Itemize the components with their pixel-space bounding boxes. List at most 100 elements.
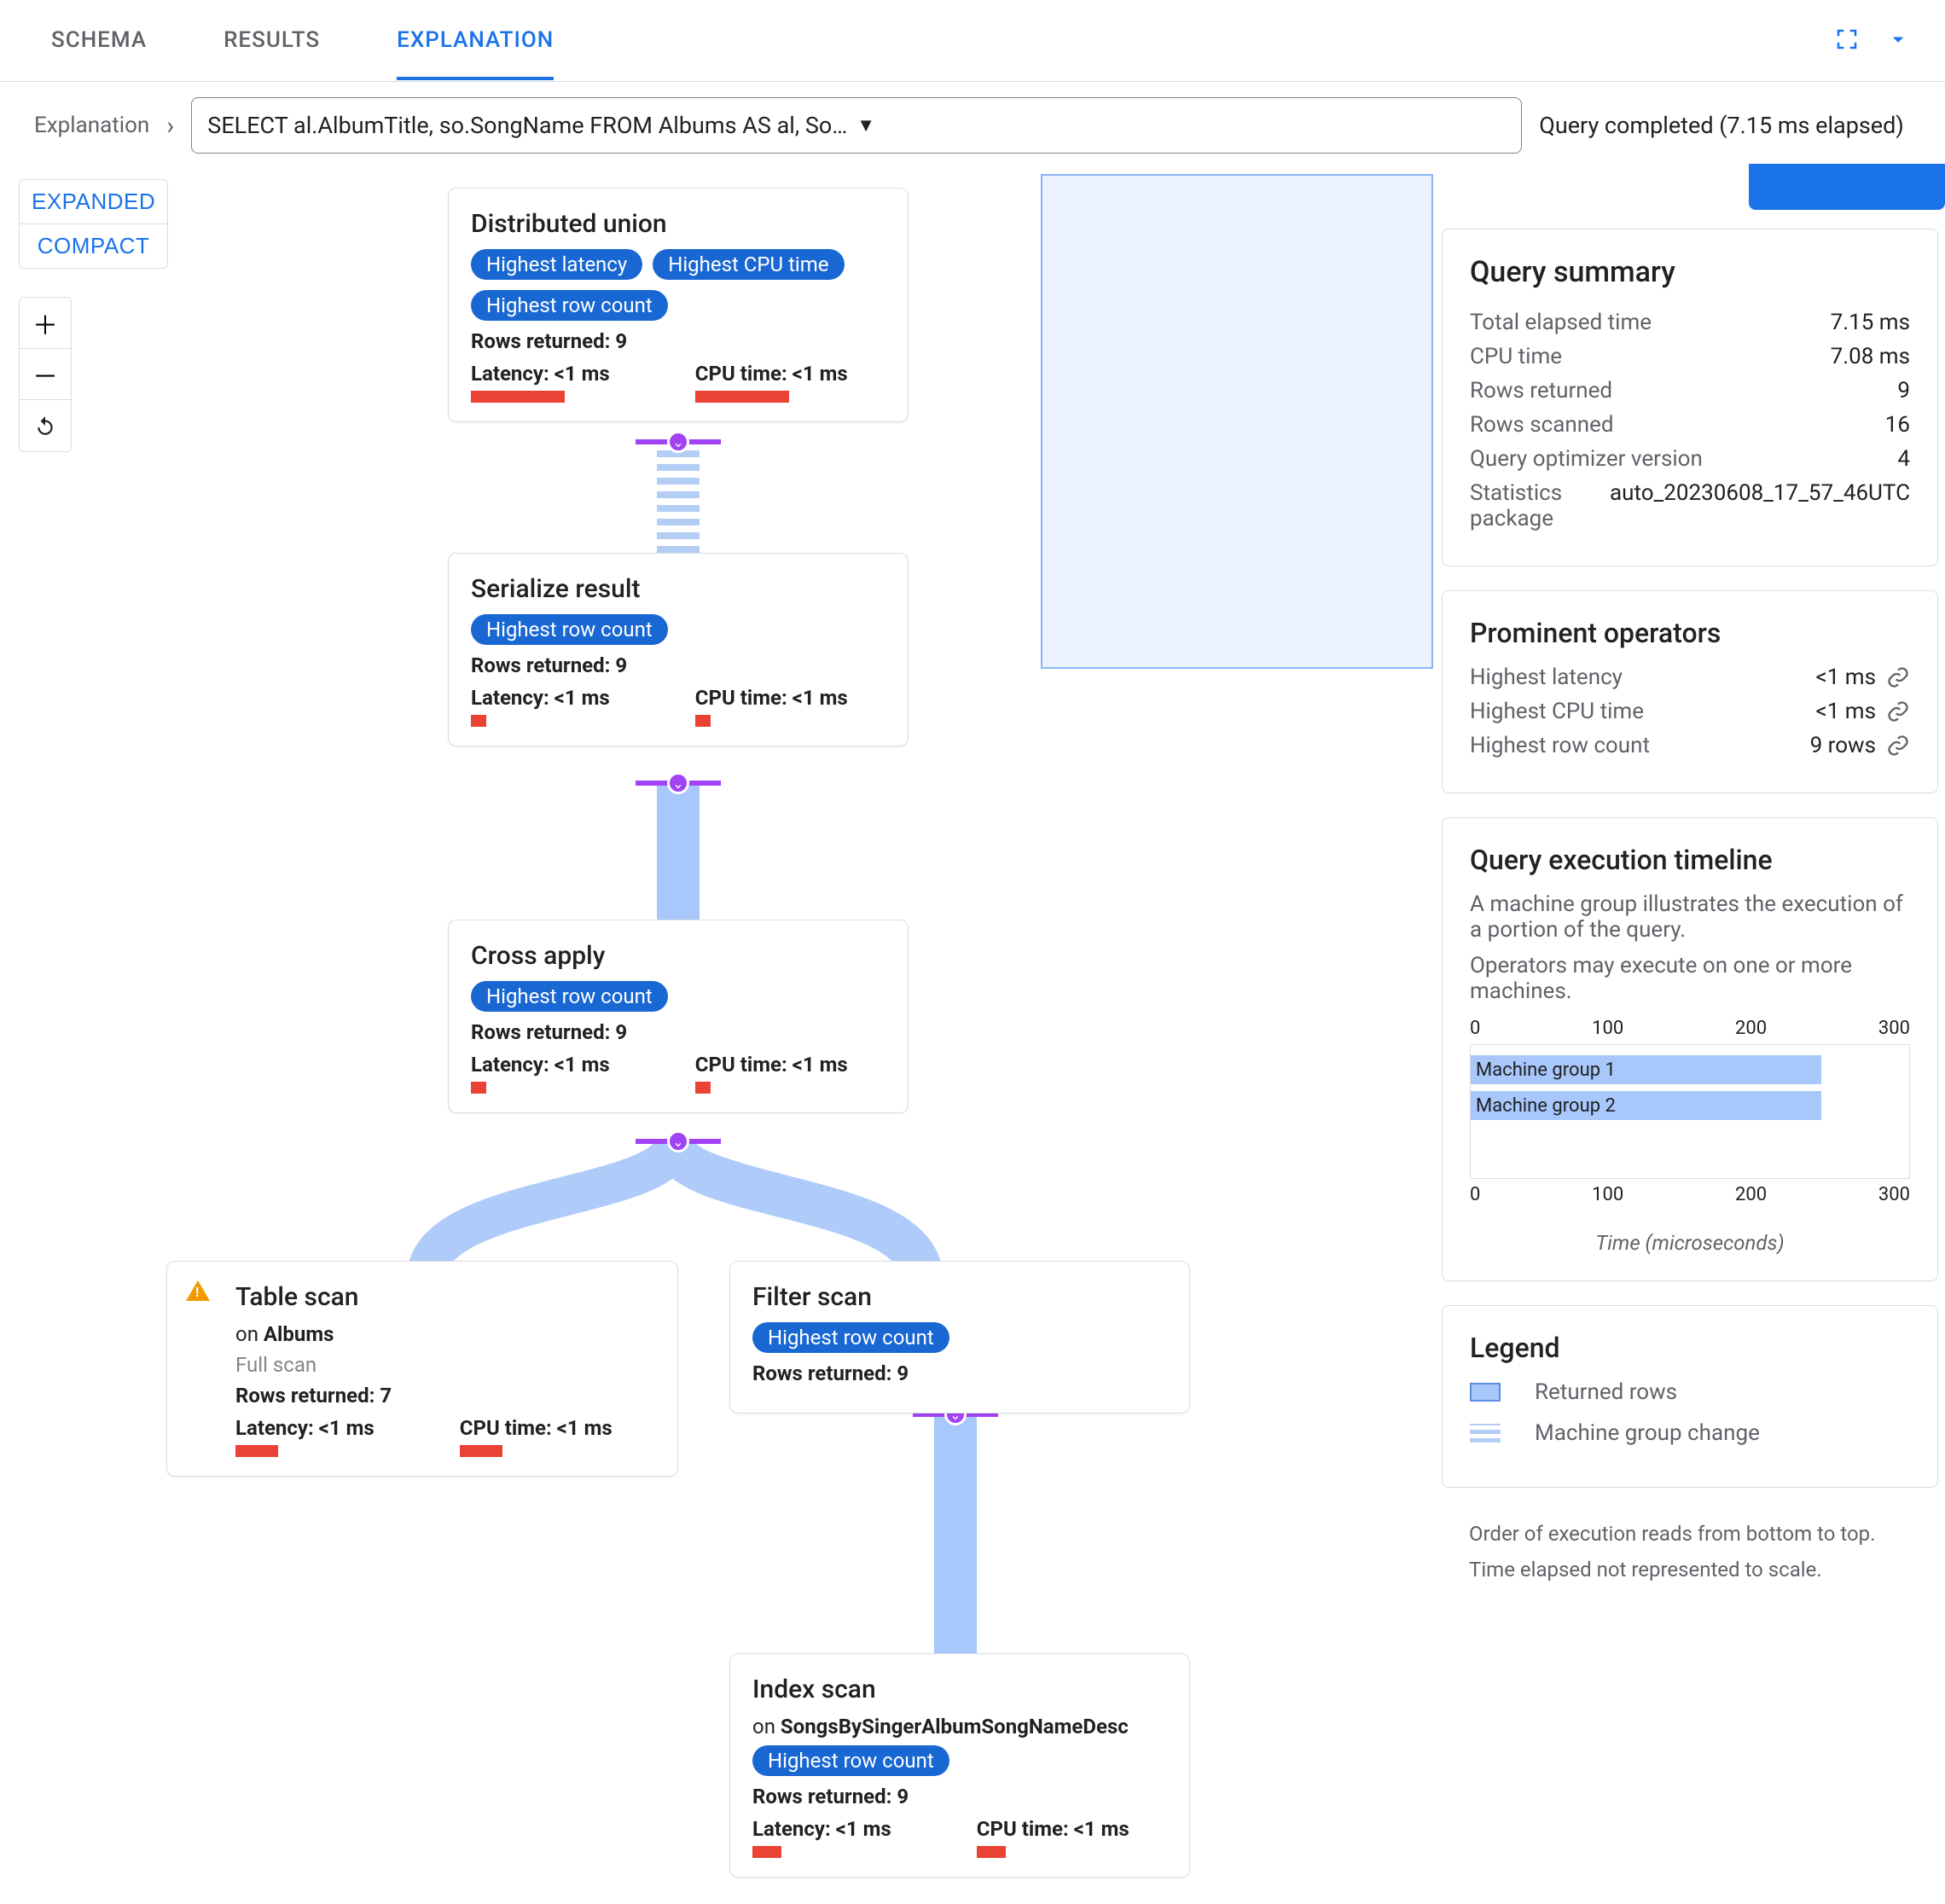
prominent-key: Highest row count <box>1470 733 1650 758</box>
summary-value: auto_20230608_17_57_46UTC <box>1610 480 1910 531</box>
legend-swatch-change <box>1470 1424 1501 1443</box>
badge-highest-rowcount: Highest row count <box>471 614 668 645</box>
cpu-bar <box>977 1846 1006 1858</box>
summary-key: Total elapsed time <box>1470 310 1652 335</box>
tab-schema[interactable]: SCHEMA <box>51 2 147 80</box>
summary-key: Query optimizer version <box>1470 446 1703 472</box>
minimap[interactable] <box>1041 174 1433 669</box>
panel-title: Legend <box>1470 1332 1910 1364</box>
footnote: Time elapsed not represented to scale. <box>1442 1556 1938 1585</box>
summary-value: 7.08 ms <box>1831 344 1910 369</box>
prominent-key: Highest CPU time <box>1470 699 1644 724</box>
prominent-key: Highest latency <box>1470 665 1623 690</box>
summary-row: Query optimizer version4 <box>1470 446 1910 472</box>
node-serialize-result[interactable]: Serialize result Highest row count Rows … <box>448 553 909 746</box>
node-filter-scan[interactable]: Filter scan Highest row count Rows retur… <box>729 1261 1190 1413</box>
primary-action-button[interactable] <box>1749 164 1945 210</box>
panel-title: Query execution timeline <box>1470 844 1910 876</box>
node-title: Distributed union <box>471 209 885 239</box>
node-connector-icon: ⌄ <box>667 431 689 453</box>
summary-key: Statistics package <box>1470 480 1610 531</box>
latency-bar <box>471 1082 486 1094</box>
node-connector-icon: ⌄ <box>667 772 689 794</box>
node-rows: Rows returned: 9 <box>471 329 885 353</box>
cpu-bar <box>695 715 711 727</box>
node-rows: Rows returned: 9 <box>752 1361 1167 1385</box>
link-icon[interactable] <box>1886 665 1910 689</box>
legend-label: Returned rows <box>1535 1379 1677 1405</box>
node-title: Table scan <box>235 1282 655 1312</box>
node-latency: Latency: <1 ms <box>471 1053 610 1077</box>
badge-highest-rowcount: Highest row count <box>752 1322 949 1353</box>
node-title: Index scan <box>752 1675 1167 1704</box>
summary-value: 9 <box>1897 378 1910 403</box>
panel-title: Prominent operators <box>1470 617 1910 649</box>
fullscreen-icon[interactable] <box>1834 26 1860 55</box>
summary-key: CPU time <box>1470 344 1562 369</box>
latency-bar <box>471 391 565 403</box>
node-rows: Rows returned: 7 <box>235 1384 655 1408</box>
tick: 300 <box>1878 1018 1910 1039</box>
link-icon[interactable] <box>1886 734 1910 758</box>
summary-key: Rows returned <box>1470 378 1612 403</box>
panel-desc: A machine group illustrates the executio… <box>1470 891 1910 943</box>
node-latency: Latency: <1 ms <box>235 1416 374 1440</box>
latency-bar <box>471 715 486 727</box>
expand-chevron-icon[interactable] <box>1885 26 1911 55</box>
node-latency: Latency: <1 ms <box>752 1817 891 1841</box>
tab-explanation[interactable]: EXPLANATION <box>397 2 554 80</box>
query-status: Query completed (7.15 ms elapsed) <box>1539 112 1903 139</box>
tick: 300 <box>1878 1184 1910 1205</box>
node-table-scan[interactable]: Table scan on Albums Full scan Rows retu… <box>166 1261 678 1477</box>
query-text: SELECT al.AlbumTitle, so.SongName FROM A… <box>207 112 856 139</box>
tick: 100 <box>1592 1018 1623 1039</box>
node-cpu: CPU time: <1 ms <box>460 1416 613 1440</box>
node-index-scan[interactable]: Index scan on SongsBySingerAlbumSongName… <box>729 1653 1190 1878</box>
node-latency: Latency: <1 ms <box>471 362 610 386</box>
node-fullscan: Full scan <box>235 1353 655 1377</box>
chevron-right-icon: › <box>166 111 174 141</box>
summary-row: Total elapsed time 7.15 ms <box>1470 310 1910 335</box>
badge-highest-cpu: Highest CPU time <box>653 249 844 280</box>
node-connector-icon: ⌄ <box>667 1130 689 1152</box>
node-rows: Rows returned: 9 <box>471 653 885 677</box>
cpu-bar <box>695 391 789 403</box>
badge-highest-rowcount: Highest row count <box>471 290 668 321</box>
node-rows: Rows returned: 9 <box>471 1020 885 1044</box>
summary-value: 7.15 ms <box>1831 310 1910 335</box>
link-icon[interactable] <box>1886 699 1910 723</box>
dropdown-caret-icon[interactable]: ▼ <box>856 114 1506 136</box>
latency-bar <box>235 1445 278 1457</box>
tick: 100 <box>1592 1184 1623 1205</box>
panel-legend: Legend Returned rows Machine group chang… <box>1442 1305 1938 1488</box>
cpu-bar <box>460 1445 502 1457</box>
legend-swatch-rows <box>1470 1383 1501 1402</box>
summary-row: Rows scanned16 <box>1470 412 1910 438</box>
breadcrumb-label: Explanation <box>34 113 149 138</box>
summary-key: Rows scanned <box>1470 412 1614 438</box>
tick: 200 <box>1735 1184 1767 1205</box>
prominent-value: <1 ms <box>1816 665 1877 690</box>
prominent-row: Highest latency <1 ms <box>1470 665 1910 690</box>
badge-highest-latency: Highest latency <box>471 249 642 280</box>
node-cpu: CPU time: <1 ms <box>695 686 848 710</box>
node-distributed-union[interactable]: Distributed union Highest latency Highes… <box>448 188 909 422</box>
tab-results[interactable]: RESULTS <box>224 2 320 80</box>
prominent-value: 9 rows <box>1810 733 1876 758</box>
x-axis-label: Time (microseconds) <box>1470 1231 1910 1255</box>
cpu-bar <box>695 1082 711 1094</box>
node-cross-apply[interactable]: Cross apply Highest row count Rows retur… <box>448 920 909 1113</box>
panel-title: Query summary <box>1470 255 1910 289</box>
timeline-bar: Machine group 2 <box>1471 1091 1821 1120</box>
panel-timeline: Query execution timeline A machine group… <box>1442 817 1938 1281</box>
query-select[interactable]: SELECT al.AlbumTitle, so.SongName FROM A… <box>191 97 1522 154</box>
timeline-bar: Machine group 1 <box>1471 1055 1821 1084</box>
summary-row: Rows returned 9 <box>1470 378 1910 403</box>
prominent-value: <1 ms <box>1816 699 1877 724</box>
node-subtitle: on SongsBySingerAlbumSongNameDesc <box>752 1715 1167 1739</box>
warning-icon <box>186 1280 210 1301</box>
tick: 200 <box>1735 1018 1767 1039</box>
node-title: Filter scan <box>752 1282 1167 1312</box>
node-title: Cross apply <box>471 941 885 971</box>
panel-prominent-operators: Prominent operators Highest latency <1 m… <box>1442 590 1938 793</box>
